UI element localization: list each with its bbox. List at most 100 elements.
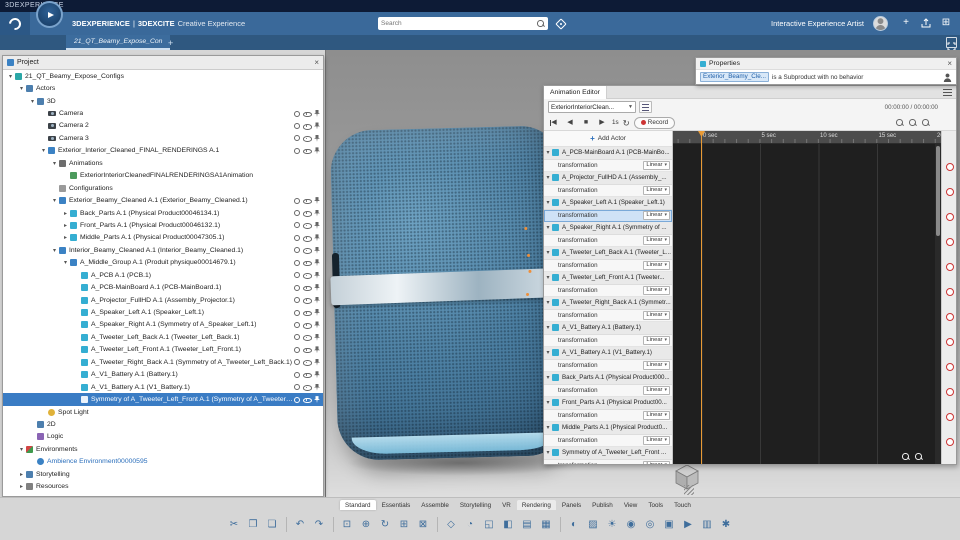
translate-icon[interactable]: ◇: [443, 515, 460, 533]
visibility-icon[interactable]: [303, 284, 311, 291]
beamy-device-model[interactable]: [330, 125, 571, 461]
interpolation-select[interactable]: Linear▾: [643, 311, 670, 321]
add-actor-button[interactable]: + Add Actor: [544, 131, 672, 147]
record-toggle-icon[interactable]: [946, 388, 954, 396]
expand-arrow[interactable]: ▸: [61, 210, 70, 217]
record-toggle-icon[interactable]: [946, 288, 954, 296]
tree-item[interactable]: ▸Back_Parts A.1 (Physical Product0004613…: [3, 207, 323, 219]
animation-icon[interactable]: ▶: [680, 515, 697, 533]
update-icon[interactable]: [294, 334, 300, 340]
visibility-icon[interactable]: [303, 122, 311, 129]
actor-row[interactable]: ▾A_Tweeter_Left_Front A.1 (Tweeter...: [544, 272, 672, 285]
update-icon[interactable]: [294, 310, 300, 316]
interpolation-select[interactable]: Linear▾: [643, 361, 670, 371]
tree-item[interactable]: A_V1_Battery A.1 (V1_Battery.1): [3, 381, 323, 393]
tree-item[interactable]: ExteriorInteriorCleanedFINALRENDERINGSA1…: [3, 170, 323, 182]
timeline[interactable]: 0 sec5 sec10 sec15 sec20 sec: [673, 131, 941, 464]
texture-icon[interactable]: ▨: [585, 515, 602, 533]
pin-icon[interactable]: [314, 384, 320, 391]
environment-icon[interactable]: ◎: [642, 515, 659, 533]
pin-icon[interactable]: [314, 197, 320, 204]
apps-grid-icon[interactable]: ⊞: [938, 15, 954, 31]
interpolation-select[interactable]: Linear▾: [643, 186, 670, 196]
expand-arrow[interactable]: ▾: [544, 349, 552, 356]
visibility-icon[interactable]: [303, 309, 311, 316]
expand-arrow[interactable]: ▾: [39, 147, 48, 154]
pin-icon[interactable]: [314, 309, 320, 316]
tree-item[interactable]: Camera 3: [3, 132, 323, 144]
tab-panels[interactable]: Panels: [557, 500, 586, 510]
expand-arrow[interactable]: ▾: [6, 73, 15, 80]
transformation-row[interactable]: transformationLinear▾: [544, 260, 672, 273]
zoom-out-icon[interactable]: [921, 118, 930, 127]
3ds-logo[interactable]: [0, 12, 30, 35]
interpolation-select[interactable]: Linear▾: [643, 211, 670, 221]
record-button[interactable]: Record: [634, 117, 675, 129]
expand-arrow[interactable]: ▾: [544, 424, 552, 431]
user-role[interactable]: Interactive Experience Artist: [771, 12, 864, 35]
expand-arrow[interactable]: ▾: [61, 259, 70, 266]
tree-item[interactable]: Spot Light: [3, 406, 323, 418]
record-toggle-icon[interactable]: [946, 238, 954, 246]
expand-arrow[interactable]: ▸: [17, 483, 26, 490]
expand-arrow[interactable]: ▾: [544, 399, 552, 406]
interpolation-select[interactable]: Linear▾: [643, 336, 670, 346]
tree-item[interactable]: ▾Actors: [3, 82, 323, 94]
interpolation-select[interactable]: Linear▾: [643, 386, 670, 396]
update-icon[interactable]: [294, 397, 300, 403]
expand-arrow[interactable]: ▾: [50, 247, 59, 254]
clip-list-icon[interactable]: [639, 101, 652, 113]
update-icon[interactable]: [294, 198, 300, 204]
expand-arrow[interactable]: ▾: [544, 449, 552, 456]
tab-assemble[interactable]: Assemble: [416, 500, 454, 510]
pin-icon[interactable]: [314, 222, 320, 229]
actor-row[interactable]: ▾A_Tweeter_Right_Back A.1 (Symmetr...: [544, 297, 672, 310]
fullscreen-icon[interactable]: [946, 37, 957, 48]
transformation-row[interactable]: transformationLinear▾: [544, 435, 672, 448]
visibility-icon[interactable]: [303, 259, 311, 266]
tag-icon[interactable]: [555, 18, 566, 29]
pin-icon[interactable]: [314, 284, 320, 291]
search-icon[interactable]: [536, 19, 545, 28]
document-tab[interactable]: 21_QT_Beamy_Expose_Con: [66, 35, 170, 50]
actor-row[interactable]: ▾Middle_Parts A.1 (Physical Product0...: [544, 422, 672, 435]
group-icon[interactable]: ▦: [538, 515, 555, 533]
actor-row[interactable]: ▾A_Projector_FullHD A.1 (Assembly_...: [544, 172, 672, 185]
pin-icon[interactable]: [314, 110, 320, 117]
visibility-icon[interactable]: [303, 371, 311, 378]
visibility-icon[interactable]: [303, 346, 311, 353]
expand-arrow[interactable]: ▸: [17, 471, 26, 478]
stop-button[interactable]: ■: [580, 117, 592, 129]
tree-item[interactable]: ▸Resources: [3, 480, 323, 492]
align-icon[interactable]: ▤: [519, 515, 536, 533]
tree-item[interactable]: A_PCB-MainBoard A.1 (PCB-MainBoard.1): [3, 281, 323, 293]
select-icon[interactable]: ⊡: [339, 515, 356, 533]
actor-row[interactable]: ▾A_Speaker_Left A.1 (Speaker_Left.1): [544, 197, 672, 210]
tree-item[interactable]: ▾Animations: [3, 157, 323, 169]
close-icon[interactable]: ×: [947, 60, 952, 68]
new-tab-button[interactable]: +: [168, 36, 173, 50]
tree-item[interactable]: ▸Storytelling: [3, 468, 323, 480]
avatar[interactable]: [873, 16, 888, 31]
tab-essentials[interactable]: Essentials: [377, 500, 416, 510]
visibility-icon[interactable]: [303, 334, 311, 341]
zoom-out-icon[interactable]: [914, 452, 923, 461]
expand-arrow[interactable]: ▸: [61, 222, 70, 229]
actor-row[interactable]: ▾Back_Parts A.1 (Physical Product000...: [544, 372, 672, 385]
actor-row[interactable]: ▾A_Speaker_Right A.1 (Symmetry of ...: [544, 222, 672, 235]
play-button[interactable]: ▶: [596, 117, 608, 129]
tree-item[interactable]: ▾3D: [3, 95, 323, 107]
zoom-fit-icon[interactable]: [895, 118, 904, 127]
update-icon[interactable]: [294, 272, 300, 278]
update-icon[interactable]: [294, 111, 300, 117]
tree-item[interactable]: Logic: [3, 431, 323, 443]
record-toggle-icon[interactable]: [946, 313, 954, 321]
tab-rendering[interactable]: Rendering: [517, 500, 556, 510]
actor-row[interactable]: ▾A_V1_Battery A.1 (V1_Battery.1): [544, 347, 672, 360]
expand-arrow[interactable]: ▾: [28, 98, 37, 105]
zoom-in-icon[interactable]: [901, 452, 910, 461]
interpolation-select[interactable]: Linear▾: [643, 436, 670, 446]
expand-arrow[interactable]: ▸: [61, 234, 70, 241]
transformation-row[interactable]: transformationLinear▾: [544, 385, 672, 398]
pin-icon[interactable]: [314, 122, 320, 129]
